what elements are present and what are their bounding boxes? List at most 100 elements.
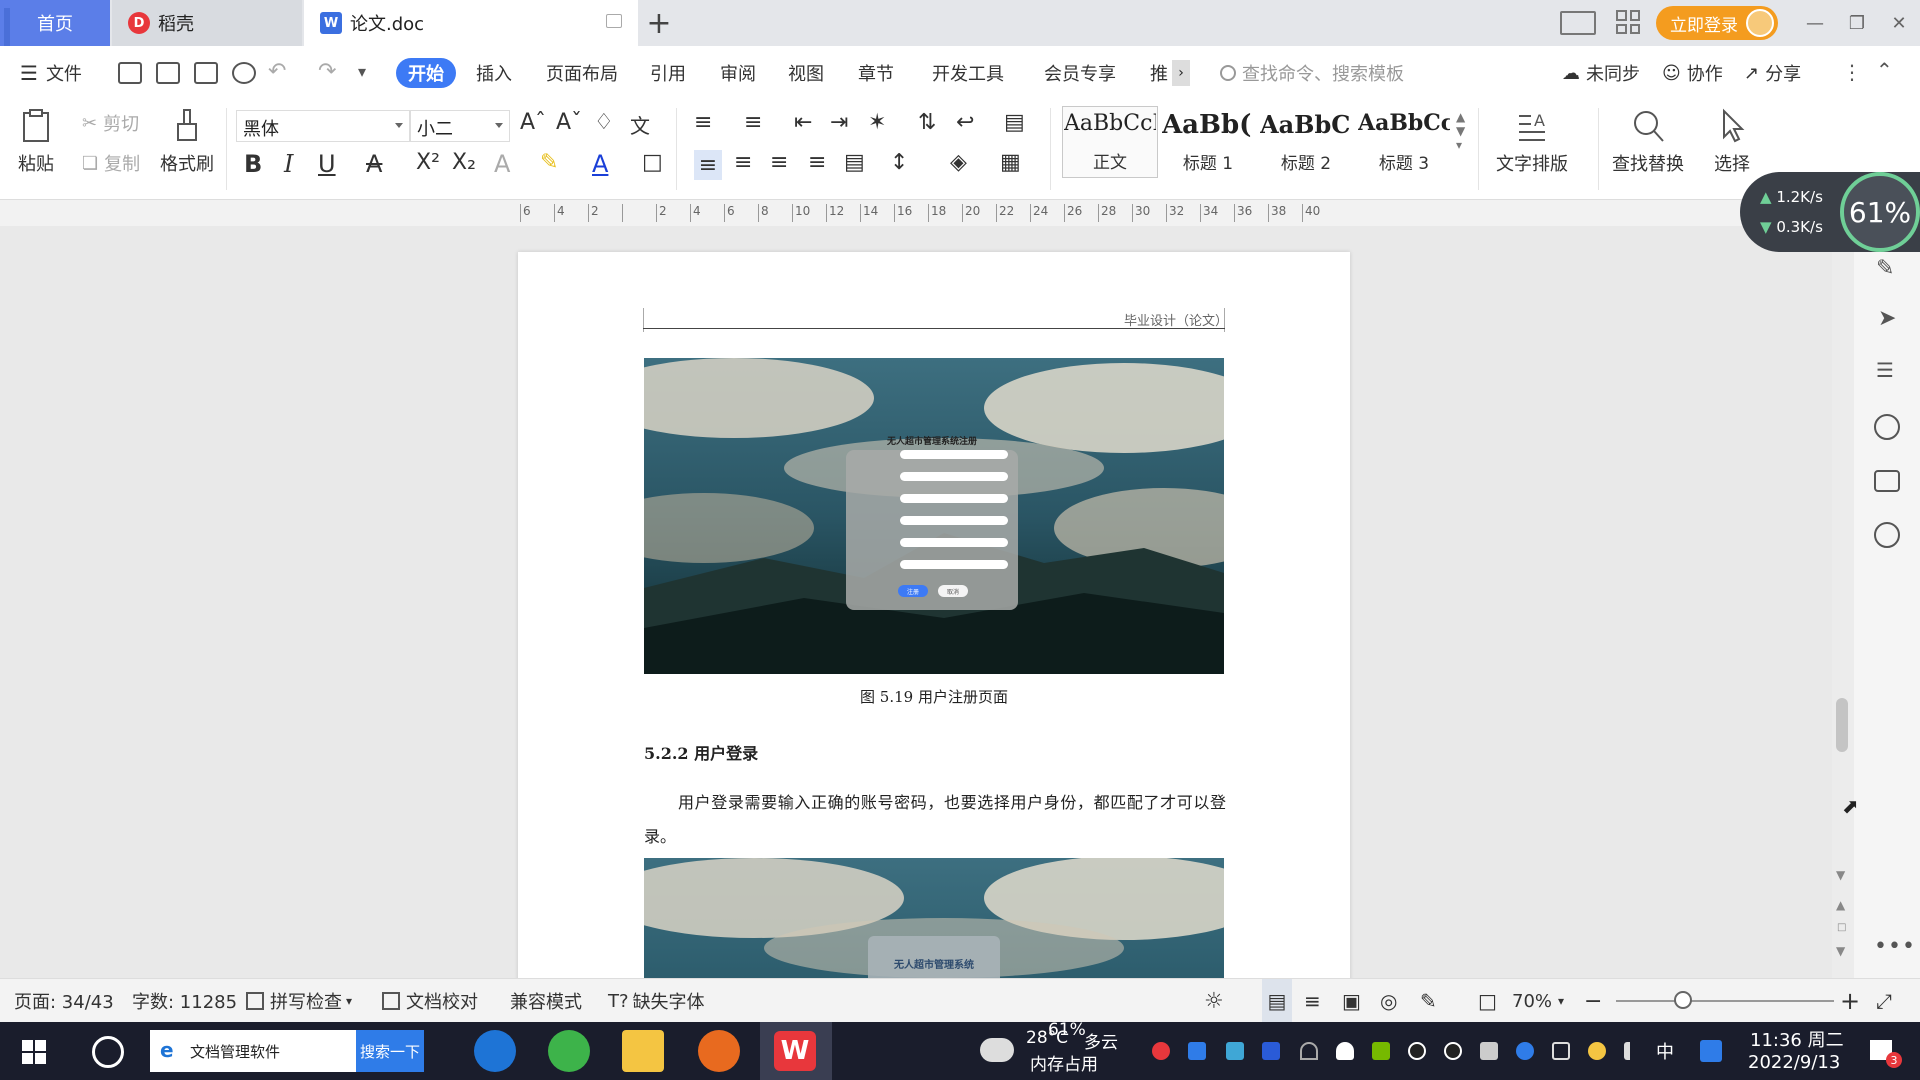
taskbar-search-button[interactable]: 搜索一下 [356,1030,424,1072]
clock-time[interactable]: 11:36 周二 [1750,1026,1844,1052]
tab-daoke[interactable]: D 稻壳 [112,0,302,46]
char-border-icon[interactable]: □ [642,150,663,175]
share-button[interactable]: ↗ 分享 [1744,46,1801,100]
compass-icon[interactable] [1874,522,1900,548]
command-search[interactable]: 查找命令、搜索模板 [1220,60,1404,86]
360-browser-icon[interactable] [548,1030,590,1072]
style-normal[interactable]: AaBbCcI 正文 [1062,106,1158,178]
document-page[interactable]: 毕业设计（论文） 无人超市管理系统注册 注册 取消 图 5.19 用户注册页面 … [518,252,1350,978]
zoom-slider-track[interactable] [1616,1000,1834,1002]
web-view-icon[interactable]: ◎ [1380,979,1397,1023]
align-left-icon[interactable]: ≡ [694,150,722,180]
clear-format-icon[interactable]: ♢ [594,110,614,135]
page-view-icon[interactable]: ▤ [1262,979,1292,1023]
numbered-list-icon[interactable]: ≡ [744,110,762,135]
find-replace-button[interactable]: 查找替换 [1612,108,1684,176]
fit-page-icon[interactable]: □ [1478,979,1497,1023]
prev-page-icon[interactable]: ▲ [1836,898,1845,912]
wps-app-active[interactable]: W [760,1022,832,1080]
scrollbar-thumb[interactable] [1836,698,1848,752]
paste-button[interactable]: 粘贴 [18,108,54,176]
zoom-slider-knob[interactable] [1674,991,1692,1009]
word-count[interactable]: 字数: 11285 [132,979,237,1023]
usb-icon[interactable] [1552,1042,1570,1060]
strikethrough-icon[interactable]: A [366,150,382,178]
battery-icon[interactable] [1480,1042,1498,1060]
tray-app-icon[interactable] [1226,1042,1244,1060]
zoom-in-icon[interactable]: + [1840,979,1860,1023]
restore-icon[interactable]: ❐ [1844,10,1870,36]
font-color-icon[interactable]: A [592,150,608,178]
assistant-app-icon[interactable] [92,1036,124,1068]
subscript-icon[interactable]: X₂ [452,150,476,175]
clock-date[interactable]: 2022/9/13 [1748,1052,1840,1073]
scroll-down-icon[interactable]: ▼ [1836,868,1845,882]
copy-button[interactable]: ❏ 复制 [82,150,140,176]
tab-insert[interactable]: 插入 [476,46,512,100]
font-size-select[interactable]: 小二 [410,110,510,142]
document-canvas[interactable]: 毕业设计（论文） 无人超市管理系统注册 注册 取消 图 5.19 用户注册页面 … [0,226,1834,978]
text-effect-icon[interactable]: A [494,150,510,178]
italic-icon[interactable]: I [284,150,293,178]
style-heading-3[interactable]: AaBbCcl 标题 3 [1356,106,1452,178]
windows-start-icon[interactable] [22,1040,46,1064]
pen-icon[interactable]: ✎ [1876,256,1894,281]
pointer-icon[interactable]: ➤ [1878,306,1896,331]
tab-home[interactable]: 首页 [0,0,110,94]
shading-icon[interactable]: ◈ [950,150,967,175]
tray-app-icon[interactable] [1188,1042,1206,1060]
write-mode-icon[interactable]: ✎ [1420,979,1437,1023]
tab-chapter[interactable]: 章节 [858,46,894,100]
shrink-font-icon[interactable]: Aˇ [556,110,582,135]
outline-view-icon[interactable]: ≡ [1304,979,1321,1023]
export-icon[interactable] [156,62,180,84]
volume-icon[interactable] [1624,1042,1642,1060]
bell-icon[interactable] [1336,1042,1354,1060]
tab-developer[interactable]: 开发工具 [932,46,1004,100]
tray-app-icon[interactable] [1588,1042,1606,1060]
sort-icon[interactable]: ⇅ [918,110,936,135]
network-speed-widget[interactable]: ▲ 1.2K/s ▼ 0.3K/s 61% [1740,172,1920,252]
file-menu[interactable]: ☰ 文件 [20,46,82,100]
cut-button[interactable]: ✂ 剪切 [82,110,139,136]
highlight-icon[interactable]: ✎ [540,150,558,175]
ie-app-icon[interactable] [474,1030,516,1072]
menu-more-icon[interactable]: › [1172,60,1190,86]
tab-document[interactable]: W 论文.doc [304,0,638,46]
next-page-icon[interactable]: ▼ [1836,944,1845,958]
page-select-icon[interactable]: □ [1837,922,1846,933]
registration-page-figure[interactable]: 无人超市管理系统注册 注册 取消 [644,358,1224,674]
more-tools-icon[interactable]: ••• [1874,934,1916,959]
shield-icon[interactable] [1262,1042,1280,1060]
zoom-out-icon[interactable]: − [1584,979,1602,1023]
qq-icon[interactable] [1408,1042,1426,1060]
show-marks-icon[interactable]: ↩ [956,110,974,135]
close-icon[interactable]: ✕ [1886,10,1912,36]
style-heading-2[interactable]: AaBbC 标题 2 [1258,106,1354,178]
taskbar-search-input[interactable]: e 文档管理软件 [150,1030,356,1072]
file-explorer-icon[interactable] [622,1030,664,1072]
text-direction-icon[interactable]: ✶ [868,110,886,135]
wifi-icon[interactable] [1300,1042,1318,1060]
select-button[interactable]: 选择 [1714,108,1750,176]
page-indicator[interactable]: 页面: 34/43 [14,979,114,1023]
tab-member[interactable]: 会员专享 [1044,46,1116,100]
sync-status[interactable]: ☁ 未同步 [1562,46,1640,100]
ime-indicator[interactable]: 中 [1656,1038,1674,1064]
borders-icon[interactable]: ▦ [1000,150,1021,175]
help-icon[interactable] [1874,414,1900,440]
phonetic-icon[interactable]: 文 [630,110,650,139]
apps-grid-icon[interactable] [1616,10,1640,34]
redo-icon[interactable]: ↷ [318,59,336,84]
customize-icon[interactable]: ▾ [358,62,366,81]
layout-toggle-icon[interactable] [1560,11,1596,35]
styles-scroll-icon[interactable]: ▲ ▼ ▾ [1456,110,1465,152]
underline-icon[interactable]: U [318,150,336,178]
monitor-icon[interactable] [606,14,622,28]
decrease-indent-icon[interactable]: ⇤ [794,110,812,135]
tab-page-layout[interactable]: 页面布局 [546,46,618,100]
bullet-list-icon[interactable]: ≡ [694,110,712,135]
fullscreen-icon[interactable]: ⤢ [1876,979,1892,1023]
missing-font-button[interactable]: T? 缺失字体 [608,979,705,1023]
collapse-ribbon-icon[interactable]: ⌃ [1876,58,1893,82]
